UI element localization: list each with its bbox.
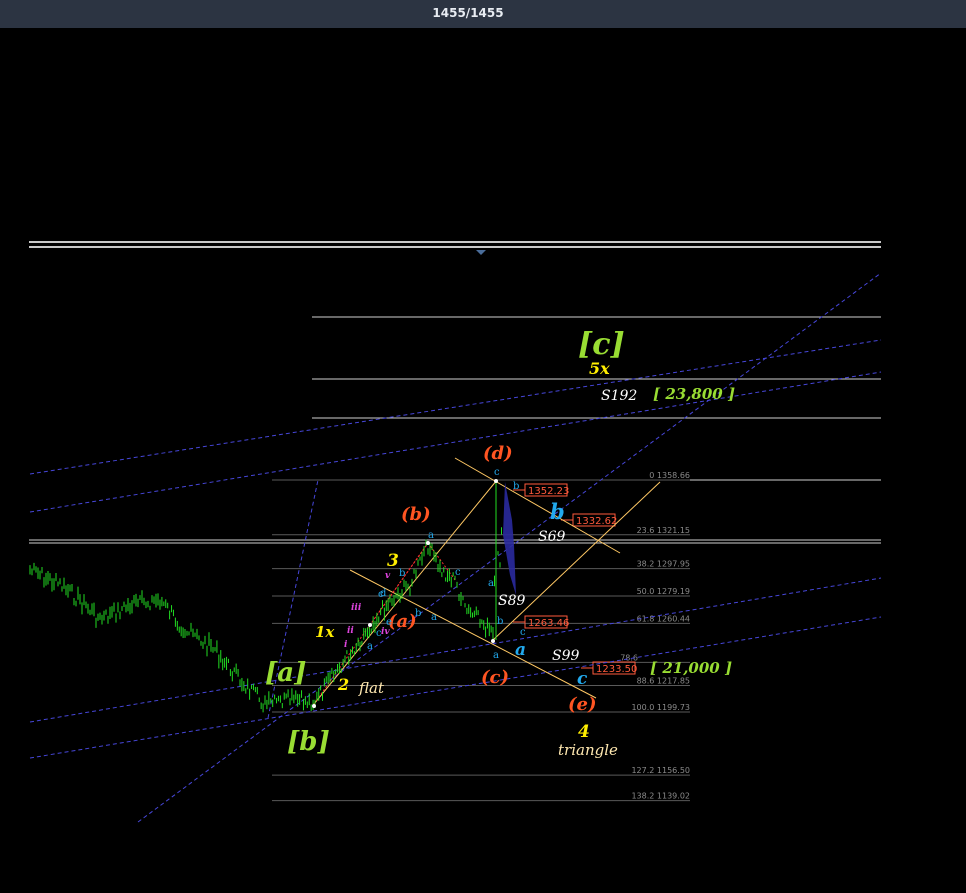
wave-label-b-blue: b <box>550 499 565 524</box>
horizontal-levels <box>29 316 881 544</box>
fib-level-label: 0 1358.66 <box>649 471 690 480</box>
subwave-letter: b <box>415 608 421 619</box>
wave-label-flat: flat <box>358 679 385 697</box>
price-tag-label: 1332.62 <box>576 516 617 527</box>
price-tag-label: 1233.50 <box>596 664 637 675</box>
chart-canvas[interactable]: 0 1358.66 23.6 1321.15 38.2 1297.95 50.0 12… <box>0 0 966 893</box>
channel-line <box>29 371 882 513</box>
wave-label-i: i <box>344 640 348 650</box>
subwave-letter: b <box>497 616 503 627</box>
fib-level-label: 138.2 1139.02 <box>631 792 690 801</box>
wave-label-c-major: [c] <box>578 327 625 362</box>
wave-label-3: 3 <box>387 551 399 571</box>
wave-label-iii: iii <box>351 603 362 613</box>
channel-lines <box>29 272 882 823</box>
fib-level-label: 78.6 <box>620 653 638 662</box>
annotation-target-low: [ 21,000 ] <box>650 659 732 677</box>
channel-line <box>29 616 882 759</box>
wave-label-e: (e) <box>568 694 597 715</box>
fib-level-label: 100.0 1199.73 <box>631 703 690 712</box>
subwave-letter: c <box>455 567 461 578</box>
annotation-s89: S89 <box>498 593 525 609</box>
price-tag-label: 1352.23 <box>528 486 569 497</box>
wave-label-v: v <box>385 571 391 581</box>
subwave-letter: a <box>431 612 437 623</box>
annotation-target-high: [ 23,800 ] <box>653 385 735 403</box>
wave-label-1x: 1x <box>315 623 335 641</box>
subwave-letter: a <box>493 650 499 661</box>
price-tag-label: 1263.46 <box>528 618 569 629</box>
wave-label-triangle: triangle <box>558 741 618 759</box>
wave-label-a: (a) <box>388 611 417 632</box>
annotations: S192 S69 S89 S99 [ 23,800 ] [ 21,000 ] <box>498 385 735 677</box>
fibonacci-levels: 0 1358.66 23.6 1321.15 38.2 1297.95 50.0 12… <box>272 471 690 802</box>
subwave-letter: b <box>513 481 519 492</box>
wave-label-2: 2 <box>337 675 349 694</box>
subwave-letter: c <box>494 467 500 478</box>
subwave-letter: c <box>520 627 526 638</box>
wave-label-b: (b) <box>401 504 431 525</box>
fib-level-label: 88.6 1217.85 <box>637 677 690 686</box>
fib-level-label: 127.2 1156.50 <box>631 766 690 775</box>
annotation-s192: S192 <box>601 388 637 404</box>
wave-label-5x: 5x <box>589 359 610 378</box>
fib-level-label: 23.6 1321.15 <box>637 526 690 535</box>
wave-label-d: (d) <box>483 443 513 464</box>
wave-b-fill <box>503 482 516 595</box>
subwave-letter: d <box>380 588 387 599</box>
wave-label-b-major: [b] <box>287 727 330 757</box>
subwave-letter: a <box>367 641 373 652</box>
wave-label-iv: iv <box>381 627 390 637</box>
fib-level-label: 50.0 1279.19 <box>637 587 690 596</box>
subwave-letter: b <box>399 568 405 579</box>
divider-marker <box>476 250 486 255</box>
wave-label-c-blue: c <box>577 669 588 689</box>
wave-label-4: 4 <box>578 722 590 742</box>
wave-label-a-blue: a <box>515 640 526 660</box>
subwave-letter: a <box>488 578 494 589</box>
wave-label-c: (c) <box>481 667 509 688</box>
fib-level-label: 38.2 1297.95 <box>637 560 690 569</box>
wave-label-a-major: [a] <box>265 658 306 688</box>
annotation-s69: S69 <box>538 529 565 545</box>
wave-label-ii: ii <box>347 626 354 636</box>
guide-line <box>492 481 661 641</box>
channel-line <box>29 339 882 475</box>
fib-level-label: 61.8 1260.44 <box>637 614 690 623</box>
subwave-letter: e <box>386 617 392 628</box>
annotation-s99: S99 <box>552 648 579 664</box>
subwave-letter: a <box>428 530 434 541</box>
subwave-letter: c <box>376 628 382 639</box>
